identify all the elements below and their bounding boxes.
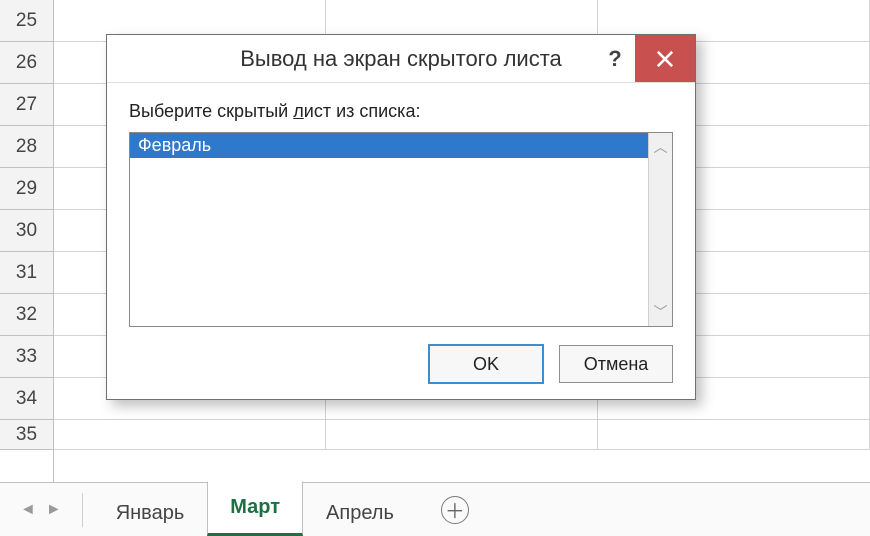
row-header[interactable]: 35: [0, 420, 53, 450]
row-header[interactable]: 25: [0, 0, 53, 42]
ok-button[interactable]: OK: [429, 345, 543, 383]
sheet-tab-bar: ◄ ► Январь Март Апрель ＋: [0, 482, 870, 536]
sheet-tab-active[interactable]: Март: [207, 481, 303, 536]
sheet-tab[interactable]: Апрель: [303, 492, 417, 536]
dialog-label: Выберите скрытый лист из списка:: [129, 101, 673, 122]
help-icon: ?: [608, 46, 621, 72]
help-button[interactable]: ?: [595, 35, 635, 82]
separator: [82, 493, 83, 527]
plus-icon: ＋: [445, 495, 465, 524]
row-header[interactable]: 29: [0, 168, 53, 210]
row-header[interactable]: 28: [0, 126, 53, 168]
scroll-up-icon[interactable]: ︿: [654, 137, 668, 157]
listbox[interactable]: Февраль ︿ ﹀: [129, 132, 673, 327]
dialog-title: Вывод на экран скрытого листа: [240, 46, 562, 72]
cancel-button[interactable]: Отмена: [559, 345, 673, 383]
scroll-down-icon[interactable]: ﹀: [654, 302, 668, 322]
label-text: Выберите скрытый: [129, 101, 293, 121]
listbox-items[interactable]: Февраль: [130, 133, 648, 326]
row-header[interactable]: 31: [0, 252, 53, 294]
row-headers: 25 26 27 28 29 30 31 32 33 34 35: [0, 0, 54, 482]
close-icon: [656, 50, 674, 68]
row-header[interactable]: 26: [0, 42, 53, 84]
label-text: ист из списка:: [304, 101, 421, 121]
dialog-titlebar[interactable]: Вывод на экран скрытого листа ?: [107, 35, 695, 83]
row-header[interactable]: 34: [0, 378, 53, 420]
row-header[interactable]: 32: [0, 294, 53, 336]
close-button[interactable]: [635, 35, 695, 82]
titlebar-controls: ?: [595, 35, 695, 82]
tab-nav-next-icon[interactable]: ►: [46, 501, 62, 519]
scrollbar[interactable]: ︿ ﹀: [648, 133, 672, 326]
row-header[interactable]: 27: [0, 84, 53, 126]
dialog-buttons: OK Отмена: [129, 345, 673, 383]
dialog-body: Выберите скрытый лист из списка: Февраль…: [107, 83, 695, 399]
row-header[interactable]: 33: [0, 336, 53, 378]
label-mnemonic: л: [293, 101, 304, 121]
unhide-sheet-dialog: Вывод на экран скрытого листа ? Выберите…: [106, 34, 696, 400]
listbox-item-selected[interactable]: Февраль: [130, 133, 648, 158]
row-header[interactable]: 30: [0, 210, 53, 252]
tab-nav-prev-icon[interactable]: ◄: [20, 501, 36, 519]
new-sheet-button[interactable]: ＋: [441, 496, 469, 524]
tab-nav: ◄ ►: [6, 501, 76, 519]
sheet-tab[interactable]: Январь: [93, 492, 208, 536]
tabs: Январь Март Апрель: [93, 483, 417, 536]
